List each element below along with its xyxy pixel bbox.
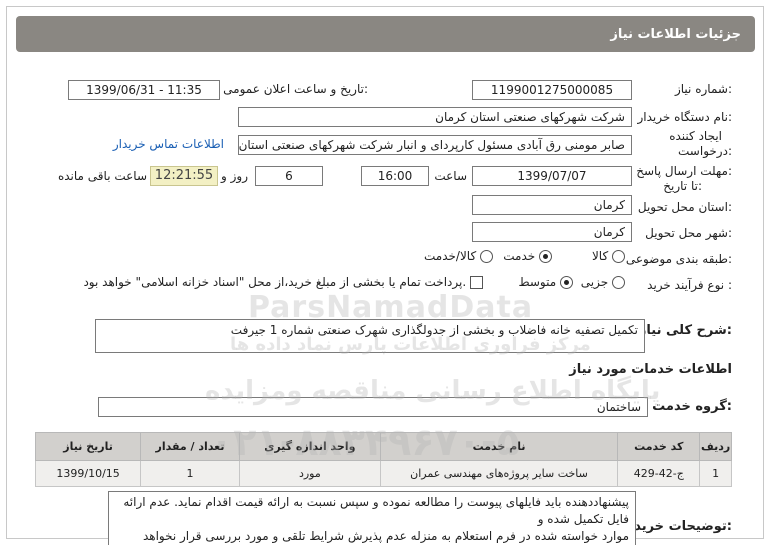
cell-unit: مورد bbox=[238, 460, 381, 487]
col-header-row-number: ردیف bbox=[699, 432, 732, 461]
buyer-label: نام دستگاه خریدار: bbox=[637, 110, 733, 124]
service-group-field: ساختمان bbox=[98, 397, 648, 417]
city-field: کرمان bbox=[472, 222, 632, 242]
buyer-field: شرکت شهرکهای صنعتی استان کرمان bbox=[238, 107, 632, 127]
table-row: 1 ج-42-429 ساخت سایر پروژه‌های مهندسی عم… bbox=[34, 460, 732, 487]
page-title: جزئیات اطلاعات نیاز bbox=[610, 26, 741, 42]
creator-label-line2: درخواست: bbox=[678, 144, 732, 158]
process-option-medium-label: متوسط bbox=[518, 275, 557, 289]
buyer-notes-field: پیشنهاددهنده باید فایلهای پیوست را مطالع… bbox=[108, 491, 636, 545]
col-header-quantity: تعداد / مقدار bbox=[140, 432, 240, 461]
province-field: کرمان bbox=[472, 195, 632, 215]
days-label: روز و bbox=[221, 169, 248, 183]
province-label: استان محل تحویل: bbox=[637, 200, 732, 214]
deadline-label-line2: تا تاریخ: bbox=[663, 179, 702, 193]
process-option-minor-label: جزیی bbox=[580, 275, 609, 289]
col-header-service-name: نام خدمت bbox=[379, 432, 619, 461]
category-option-goods-label: کالا bbox=[591, 249, 609, 263]
buyer-notes-label: توضیحات خریدار: bbox=[622, 519, 732, 534]
category-label: طبقه بندی موضوعی: bbox=[625, 252, 732, 266]
notes-line-2: فایل تکمیل شده و bbox=[537, 512, 629, 526]
payment-checkbox[interactable] bbox=[470, 276, 483, 289]
creator-label-line1: ایجاد کننده bbox=[669, 129, 722, 143]
radio-medium[interactable] bbox=[560, 276, 573, 289]
announce-field: 1399/06/31 - 11:35 bbox=[68, 80, 220, 100]
time-label: ساعت bbox=[434, 169, 467, 183]
payment-note[interactable]: پرداخت تمام یا بخشی از مبلغ خرید،از محل … bbox=[83, 275, 483, 289]
services-section-title: اطلاعات خدمات مورد نیاز bbox=[569, 362, 732, 377]
process-option-minor[interactable]: جزیی bbox=[581, 275, 625, 289]
summary-field: تکمیل تصفیه خانه فاضلاب و بخشی از جدولگذ… bbox=[95, 319, 645, 353]
col-header-need-date: تاریخ نیاز bbox=[34, 432, 142, 461]
radio-service[interactable] bbox=[539, 250, 552, 263]
services-table: ردیف کد خدمت نام خدمت واحد اندازه گیری ت… bbox=[34, 432, 732, 487]
radio-goods-service[interactable] bbox=[480, 250, 493, 263]
deadline-date-field: 1399/07/07 bbox=[472, 166, 632, 186]
deadline-label-line1: مهلت ارسال پاسخ: bbox=[636, 164, 732, 178]
creator-field: صابر مومنی رق آبادی مسئول کارپردای و انب… bbox=[238, 135, 632, 155]
table-header-row: ردیف کد خدمت نام خدمت واحد اندازه گیری ت… bbox=[34, 432, 732, 461]
category-option-goods[interactable]: کالا bbox=[592, 249, 625, 263]
col-header-service-code: کد خدمت bbox=[617, 432, 701, 461]
remaining-label: ساعت باقی مانده bbox=[57, 169, 147, 183]
category-option-service-label: خدمت bbox=[503, 249, 536, 263]
category-option-goods-service-label: کالا/خدمت bbox=[423, 249, 477, 263]
process-label: نوع فرآیند خرید : bbox=[647, 278, 732, 292]
category-option-service[interactable]: خدمت bbox=[503, 249, 552, 263]
contact-info-link[interactable]: اطلاعات تماس خریدار bbox=[113, 137, 224, 151]
radio-goods[interactable] bbox=[612, 250, 625, 263]
days-field: 6 bbox=[255, 166, 323, 186]
summary-label: شرح کلی نیاز: bbox=[638, 323, 732, 338]
radio-minor[interactable] bbox=[612, 276, 625, 289]
notes-line-1: پیشنهاددهنده باید فایلهای پیوست را مطالع… bbox=[123, 495, 629, 509]
cell-row-number: 1 bbox=[699, 460, 732, 487]
payment-note-text: پرداخت تمام یا بخشی از مبلغ خرید،از محل … bbox=[83, 275, 467, 289]
announce-label: تاریخ و ساعت اعلان عمومی: bbox=[223, 82, 368, 96]
cell-service-name: ساخت سایر پروژه‌های مهندسی عمران bbox=[379, 460, 619, 487]
remaining-time-counter: 12:21:55 bbox=[150, 166, 218, 186]
cell-service-code: ج-42-429 bbox=[617, 460, 701, 487]
cell-need-date: 1399/10/15 bbox=[34, 460, 142, 487]
process-option-medium[interactable]: متوسط bbox=[518, 275, 573, 289]
service-group-label: گروه خدمت: bbox=[652, 399, 732, 414]
cell-quantity: 1 bbox=[140, 460, 240, 487]
category-option-goods-service[interactable]: کالا/خدمت bbox=[424, 249, 493, 263]
need-number-field: 1199001275000085 bbox=[472, 80, 632, 100]
deadline-time-field: 16:00 bbox=[361, 166, 429, 186]
page-header: جزئیات اطلاعات نیاز bbox=[16, 16, 755, 52]
city-label: شهر محل تحویل: bbox=[645, 226, 732, 240]
need-number-label: شماره نیاز: bbox=[674, 82, 732, 96]
col-header-unit: واحد اندازه گیری bbox=[238, 432, 381, 461]
notes-line-3: موارد خواسته شده در فرم استعلام به منزله… bbox=[142, 529, 629, 543]
